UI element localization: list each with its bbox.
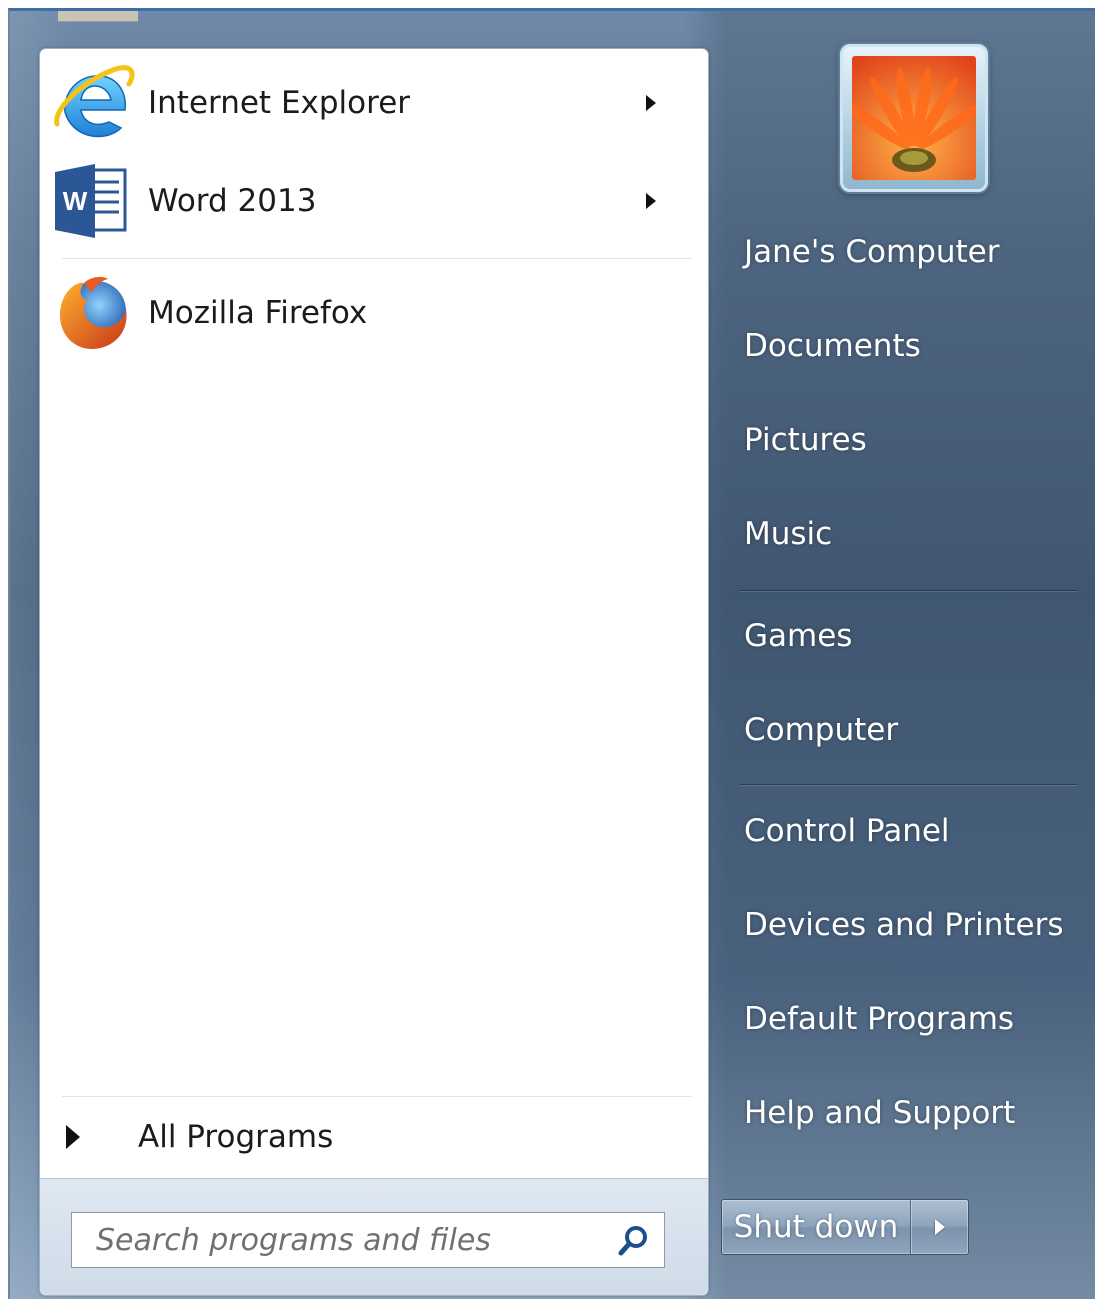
chevron-right-icon xyxy=(935,1219,945,1235)
right-item-computer[interactable]: Computer xyxy=(744,712,898,748)
submenu-arrow-icon[interactable] xyxy=(646,193,656,209)
right-separator xyxy=(740,590,1078,592)
all-programs-separator xyxy=(62,1096,692,1097)
program-word-2013[interactable]: W Word 2013 xyxy=(50,153,690,249)
program-mozilla-firefox[interactable]: Mozilla Firefox xyxy=(50,265,690,361)
programs-panel: Internet Explorer W Word 2013 Mozilla Fi… xyxy=(39,48,709,1296)
right-separator xyxy=(740,784,1078,786)
flower-avatar-icon xyxy=(852,56,976,180)
right-item-devices-and-printers[interactable]: Devices and Printers xyxy=(744,907,1063,943)
program-label: Internet Explorer xyxy=(148,85,411,121)
program-internet-explorer[interactable]: Internet Explorer xyxy=(50,55,690,151)
program-label: Word 2013 xyxy=(148,183,317,219)
user-avatar[interactable] xyxy=(840,44,988,192)
right-item-help-and-support[interactable]: Help and Support xyxy=(744,1095,1015,1131)
program-label: Mozilla Firefox xyxy=(148,295,368,331)
all-programs-button[interactable]: All Programs xyxy=(56,1107,696,1167)
word-icon: W xyxy=(50,157,138,245)
search-area xyxy=(40,1178,708,1295)
right-item-music[interactable]: Music xyxy=(744,516,832,552)
all-programs-label: All Programs xyxy=(138,1119,334,1155)
right-item-documents[interactable]: Documents xyxy=(744,328,921,364)
pinned-separator xyxy=(62,258,692,259)
expand-arrow-icon xyxy=(66,1125,80,1149)
submenu-arrow-icon[interactable] xyxy=(646,95,656,111)
right-item-control-panel[interactable]: Control Panel xyxy=(744,813,950,849)
right-item-pictures[interactable]: Pictures xyxy=(744,422,867,458)
shutdown-options-button[interactable] xyxy=(911,1200,968,1254)
firefox-icon xyxy=(50,269,138,357)
right-item-default-programs[interactable]: Default Programs xyxy=(744,1001,1014,1037)
right-item-janes-computer[interactable]: Jane's Computer xyxy=(744,234,1000,270)
shutdown-button[interactable]: Shut down xyxy=(722,1200,911,1254)
taskbar-fragment xyxy=(58,11,138,22)
search-box[interactable] xyxy=(71,1212,665,1268)
shutdown-control: Shut down xyxy=(721,1199,969,1255)
search-icon[interactable] xyxy=(616,1224,650,1258)
search-input[interactable] xyxy=(94,1221,618,1259)
internet-explorer-icon xyxy=(50,59,138,147)
right-item-games[interactable]: Games xyxy=(744,618,852,654)
word-letter: W xyxy=(63,186,88,216)
